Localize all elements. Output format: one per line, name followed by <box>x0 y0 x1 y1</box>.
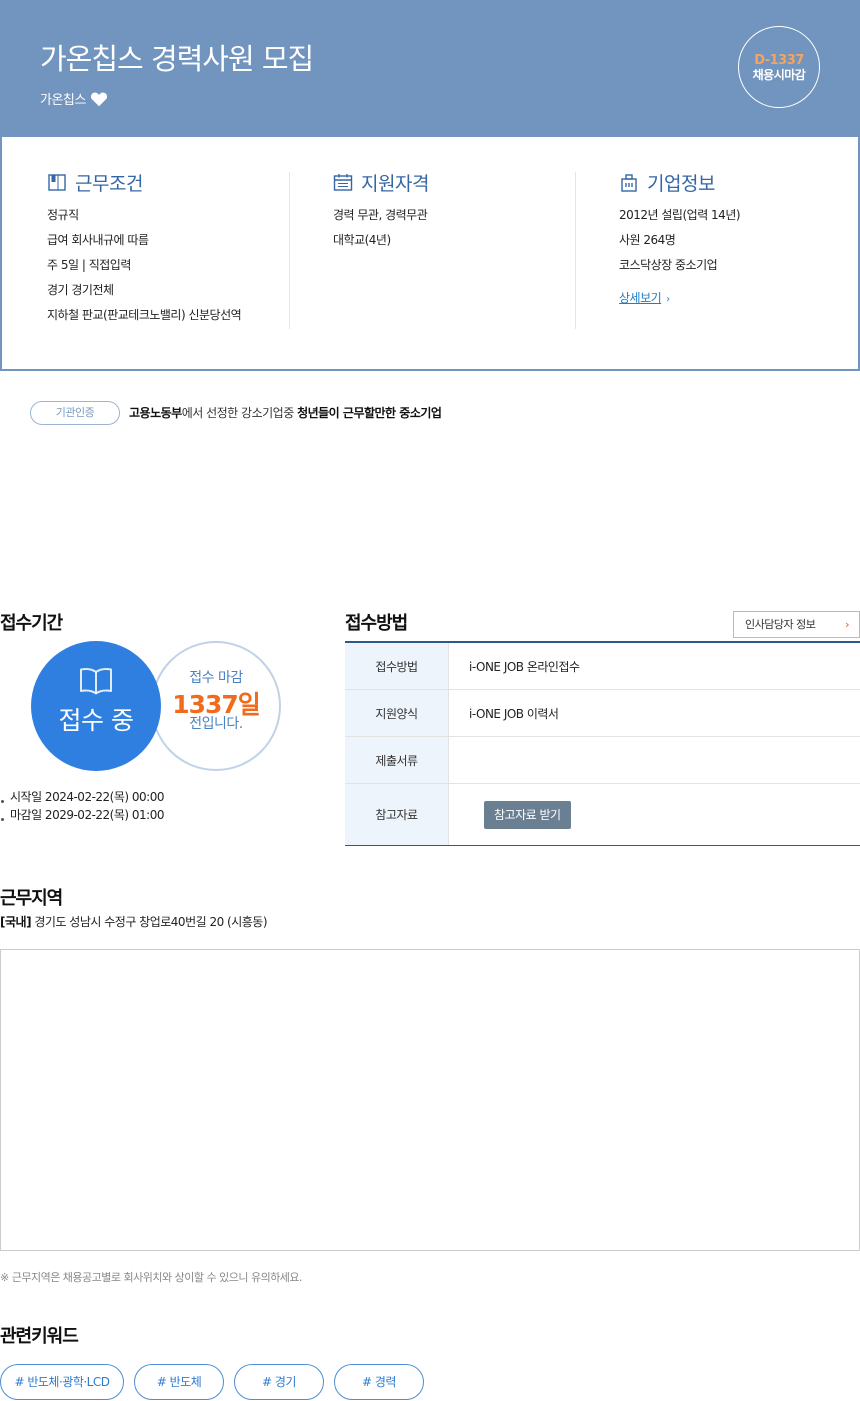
book-icon <box>80 668 112 695</box>
heart-icon[interactable] <box>90 91 108 107</box>
company-info-item: 2012년 설립(업력 14년) <box>619 208 741 222</box>
certification-highlight: 청년들이 근무할만한 중소기업 <box>297 406 442 420</box>
end-date: 마감일 2029-02-22(목) 01:00 <box>10 808 164 822</box>
table-row: 참고자료 참고자료 받기 <box>345 784 860 845</box>
company-name[interactable]: 가온칩스 <box>40 89 86 108</box>
divider <box>289 172 290 329</box>
hr-contact-button[interactable]: 인사담당자 정보 › <box>733 611 860 638</box>
dday-badge: D-1337 채용시마감 <box>738 26 820 108</box>
condition-item: 지하철 판교(판교테크노밸리) 신분당선역 <box>47 308 242 322</box>
hr-contact-label: 인사담당자 정보 <box>745 618 816 631</box>
calendar-icon <box>333 174 353 191</box>
work-conditions: 근무조건 정규직 급여 회사내규에 따름 주 5일 | 직접입력 경기 경기전체… <box>47 171 242 328</box>
job-title: 가온칩스 경력사원 모집 <box>40 42 314 76</box>
document-icon <box>48 174 66 191</box>
method-table: 접수방법 i-ONE JOB 온라인접수 지원양식 i-ONE JOB 이력서 … <box>345 641 860 846</box>
table-row: 제출서류 <box>345 737 860 784</box>
location-title: 근무지역 <box>0 888 63 909</box>
condition-item: 정규직 <box>47 208 79 222</box>
reference-download-button[interactable]: 참고자료 받기 <box>484 800 571 829</box>
condition-item: 급여 회사내규에 따름 <box>47 233 149 247</box>
chevron-right-icon: › <box>666 294 670 305</box>
condition-item: 경기 경기전체 <box>47 283 114 297</box>
status-circle: 접수 중 <box>31 641 161 771</box>
certification-text: 고용노동부에서 선정한 강소기업중 청년들이 근무할만한 중소기업 <box>129 404 442 421</box>
company-info: 기업정보 2012년 설립(업력 14년) 사원 264명 코스닥상장 중소기업… <box>619 171 741 306</box>
summary-box: 근무조건 정규직 급여 회사내규에 따름 주 5일 | 직접입력 경기 경기전체… <box>0 137 860 371</box>
dday-status: 채용시마감 <box>752 67 806 82</box>
keywords-title: 관련키워드 <box>0 1326 79 1347</box>
work-conditions-title: 근무조건 <box>75 172 143 195</box>
condition-item: 주 5일 | 직접입력 <box>47 258 131 272</box>
keyword-tag[interactable]: # 반도체 <box>134 1364 224 1400</box>
application-status: 접수 중 <box>58 706 134 735</box>
job-header: 가온칩스 경력사원 모집 가온칩스 D-1337 채용시마감 <box>0 0 860 137</box>
deadline-circle: 접수 마감 1337일 전입니다. <box>151 641 281 771</box>
keyword-tag[interactable]: # 반도체·광학·LCD <box>0 1364 124 1400</box>
building-icon <box>621 174 637 192</box>
certification-org: 고용노동부 <box>129 406 182 420</box>
address-text: 경기도 성남시 수정구 창업로40번길 20 (시흥동) <box>31 915 268 929</box>
dday-count: D-1337 <box>754 52 804 68</box>
row-label: 접수방법 <box>345 643 449 689</box>
row-label: 제출서류 <box>345 737 449 783</box>
table-row: 지원양식 i-ONE JOB 이력서 <box>345 690 860 737</box>
days-suffix: 전입니다. <box>189 716 243 732</box>
start-date: 시작일 2024-02-22(목) 00:00 <box>10 790 164 804</box>
company-info-item: 사원 264명 <box>619 233 676 247</box>
period-title: 접수기간 <box>0 613 63 634</box>
method-title: 접수방법 <box>345 613 408 634</box>
row-label: 지원양식 <box>345 690 449 736</box>
company-info-item: 코스닥상장 중소기업 <box>619 258 718 272</box>
qualifications: 지원자격 경력 무관, 경력무관 대학교(4년) <box>333 171 429 253</box>
table-row: 접수방법 i-ONE JOB 온라인접수 <box>345 643 860 690</box>
row-label: 참고자료 <box>345 784 449 845</box>
row-value: i-ONE JOB 이력서 <box>469 706 559 721</box>
chevron-right-icon: › <box>845 618 849 631</box>
keyword-tag[interactable]: # 경기 <box>234 1364 324 1400</box>
qualification-item: 대학교(4년) <box>333 233 391 247</box>
map-area[interactable] <box>0 949 860 1251</box>
row-value: i-ONE JOB 온라인접수 <box>469 659 580 674</box>
location-notice: ※ 근무지역은 채용공고별로 회사위치와 상이할 수 있으니 유의하세요. <box>0 1271 303 1284</box>
deadline-label: 접수 마감 <box>189 670 243 686</box>
certification-badge: 기관인증 <box>30 401 120 425</box>
row-value: 참고자료 받기 <box>449 784 860 845</box>
company-info-title: 기업정보 <box>647 172 715 195</box>
address-tag: [국내] <box>0 915 32 929</box>
divider <box>575 172 576 329</box>
certification-desc: 에서 선정한 강소기업중 <box>181 406 298 420</box>
row-value <box>449 737 860 783</box>
company-detail-link[interactable]: 상세보기 <box>619 289 662 306</box>
qualification-item: 경력 무관, 경력무관 <box>333 208 428 222</box>
keyword-tag[interactable]: # 경력 <box>334 1364 424 1400</box>
qualifications-title: 지원자격 <box>361 172 429 195</box>
work-address: [국내] 경기도 성남시 수정구 창업로40번길 20 (시흥동) <box>0 913 268 930</box>
period-dates: 시작일 2024-02-22(목) 00:00 마감일 2029-02-22(목… <box>0 788 164 824</box>
company-name-row: 가온칩스 <box>40 89 108 108</box>
